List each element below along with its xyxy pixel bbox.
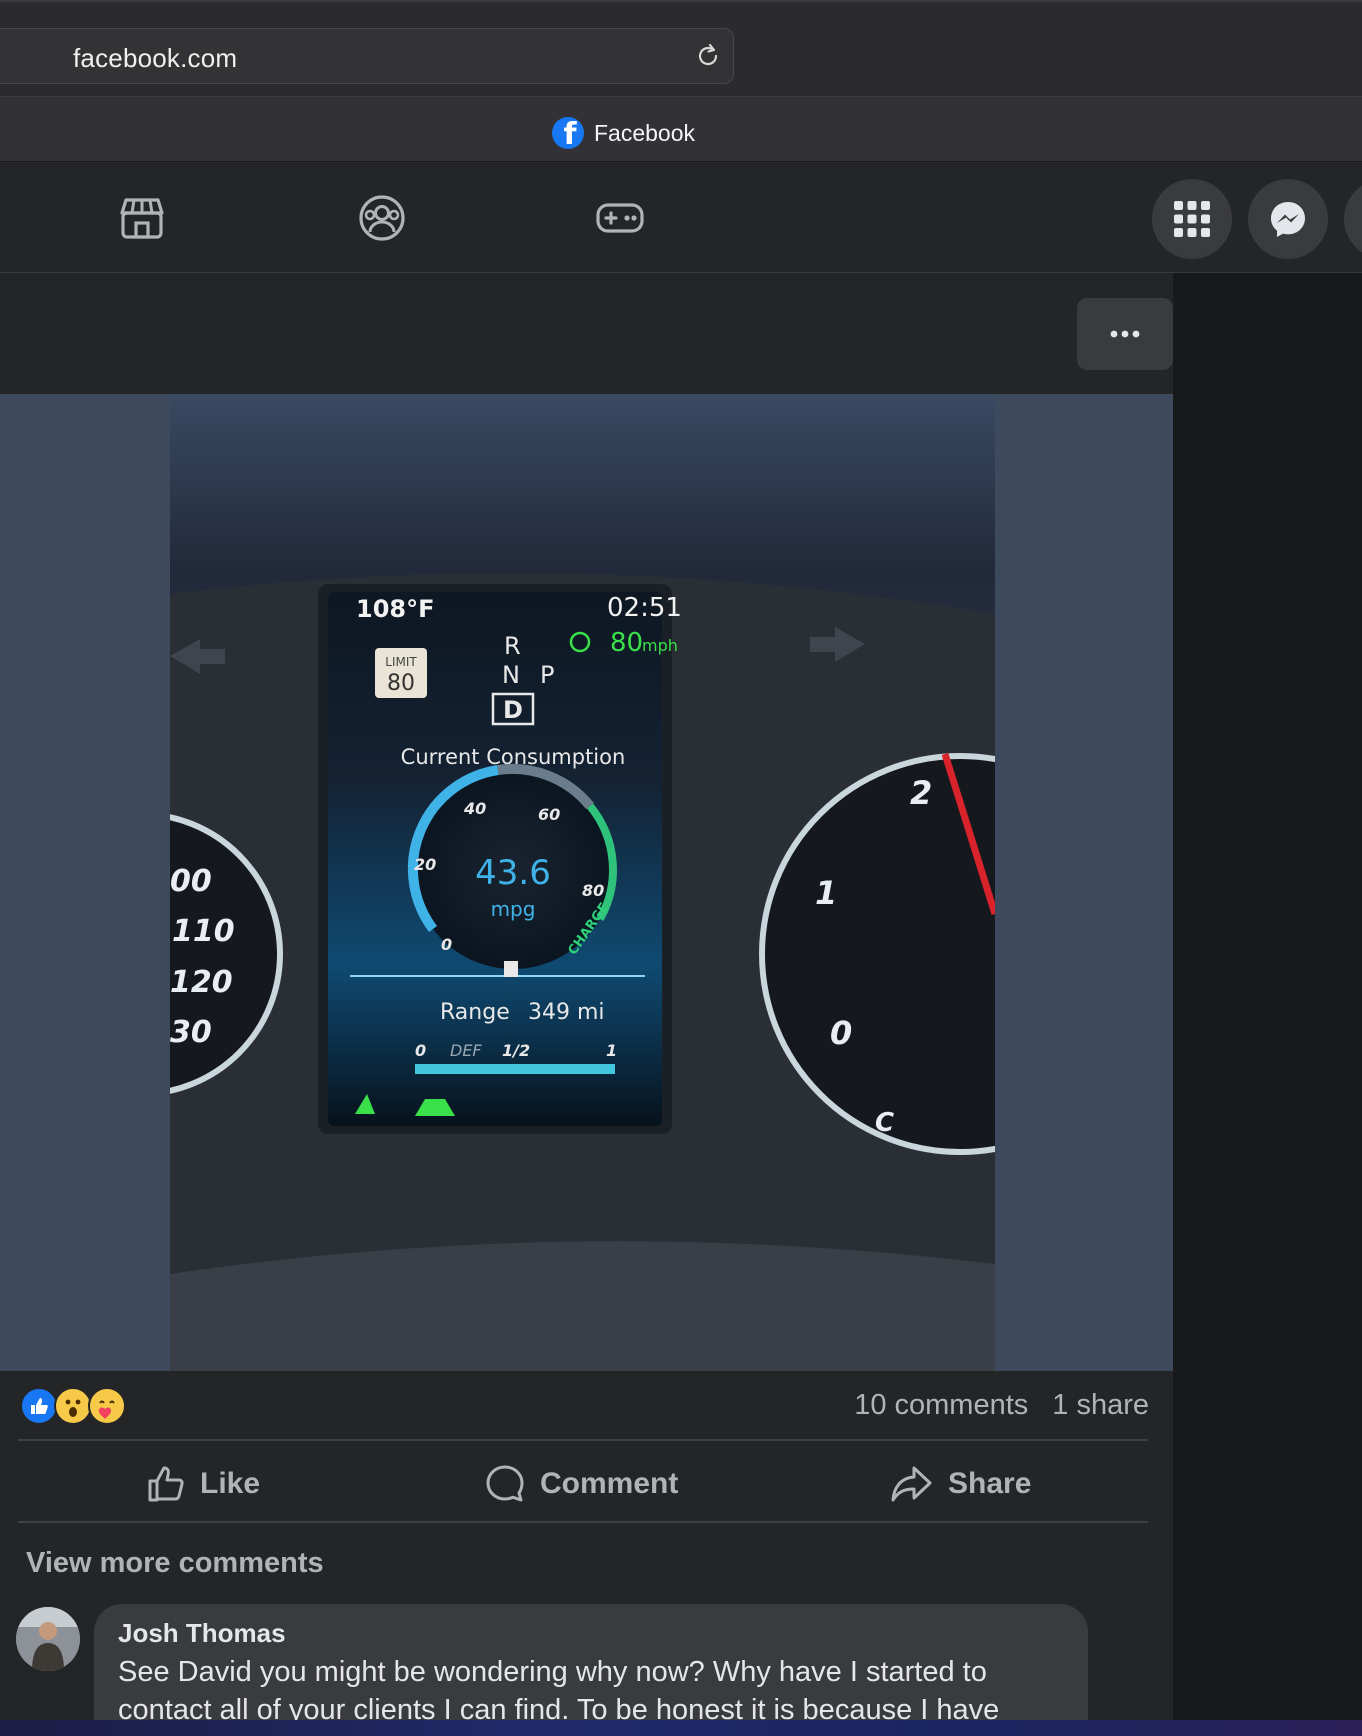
comment-bubble-icon <box>486 1465 524 1502</box>
fuel-pump-icon <box>504 961 518 977</box>
gear-r: R <box>504 632 521 660</box>
post-footer: 10 comments 1 share Like Comment Share V… <box>0 1371 1173 1736</box>
def-label: 1 <box>606 1041 617 1060</box>
share-label: Share <box>948 1467 1032 1500</box>
gear-n: N <box>502 661 520 689</box>
window-bottom-edge <box>0 1720 1362 1736</box>
def-label: 0 <box>415 1041 426 1060</box>
right-dial-number: C <box>875 1108 894 1138</box>
gaming-icon[interactable] <box>595 193 645 243</box>
screen-clock: 02:51 <box>607 593 682 623</box>
care-reaction-icon <box>88 1387 126 1425</box>
speed-limit-label: LIMIT <box>385 655 417 669</box>
messenger-button[interactable] <box>1248 179 1328 259</box>
facebook-top-nav <box>0 163 1362 273</box>
post-options-button[interactable] <box>1077 298 1173 370</box>
set-speed-unit: mph <box>642 636 678 655</box>
like-reaction-icon <box>20 1387 58 1425</box>
mpg-value: 43.6 <box>475 853 551 893</box>
divider <box>18 1521 1148 1523</box>
notifications-button[interactable] <box>1344 179 1362 259</box>
view-more-comments-link[interactable]: View more comments <box>26 1547 324 1580</box>
gauge-tick: 0 <box>441 935 452 954</box>
groups-icon[interactable] <box>357 193 407 243</box>
def-label: 1/2 <box>502 1041 530 1060</box>
post-header <box>0 273 1173 394</box>
comment-bubble: Josh Thomas See David you might be wonde… <box>94 1604 1088 1736</box>
facebook-logo-icon: f <box>552 117 584 149</box>
like-label: Like <box>200 1467 261 1500</box>
reaction-summary[interactable] <box>20 1387 126 1425</box>
wow-reaction-icon <box>54 1387 92 1425</box>
reload-icon[interactable] <box>693 41 723 71</box>
tab-bar: f Facebook <box>0 96 1362 162</box>
like-button[interactable]: Like <box>146 1459 260 1509</box>
right-gutter <box>1173 273 1362 1736</box>
tab-facebook[interactable]: f Facebook <box>552 117 695 149</box>
gauge-tick: 60 <box>538 805 560 824</box>
comment-author[interactable]: Josh Thomas <box>118 1618 1064 1649</box>
menu-grid-icon <box>1174 201 1210 237</box>
right-dial-number: 2 <box>910 774 932 812</box>
menu-button[interactable] <box>1152 179 1232 259</box>
gauge-tick: 20 <box>414 855 436 874</box>
def-label: DEF <box>450 1041 482 1060</box>
comment-text: See David you might be wondering why now… <box>118 1656 1000 1726</box>
set-speed-value: 80 <box>610 628 643 658</box>
left-dial-number: 30 <box>170 1015 212 1050</box>
divider <box>18 1439 1148 1441</box>
share-button[interactable]: Share <box>890 1459 1031 1509</box>
gear-d: D <box>503 696 523 724</box>
post-media[interactable]: 00 110 120 30 2 1 0 C 108°F 02:51 LIMIT … <box>0 394 1173 1371</box>
left-dial-number: 00 <box>170 864 212 899</box>
left-dial-number: 120 <box>170 965 233 1000</box>
mpg-unit: mpg <box>491 897 536 921</box>
gear-p: P <box>540 661 554 689</box>
comment-count[interactable]: 10 comments <box>854 1389 1028 1422</box>
more-dots-icon <box>1110 330 1140 338</box>
url-text: facebook.com <box>73 43 238 73</box>
like-thumb-icon <box>148 1466 184 1502</box>
messenger-icon <box>1271 202 1305 237</box>
gauge-tick: 80 <box>582 881 604 900</box>
left-dial-number: 110 <box>172 914 235 949</box>
marketplace-icon[interactable] <box>117 193 167 243</box>
range-value: 349 mi <box>528 1000 605 1025</box>
share-arrow-icon <box>891 1466 932 1502</box>
right-dial-number: 1 <box>815 874 837 912</box>
right-dial-number: 0 <box>830 1014 852 1052</box>
range-label: Range <box>440 1000 510 1025</box>
def-level-bar <box>415 1064 615 1074</box>
speed-limit-value: 80 <box>387 671 415 696</box>
avatar[interactable] <box>16 1607 80 1671</box>
address-bar[interactable]: facebook.com <box>0 28 734 84</box>
gauge-tick: 40 <box>463 799 486 818</box>
dashboard-photo[interactable]: 00 110 120 30 2 1 0 C 108°F 02:51 LIMIT … <box>170 394 995 1371</box>
comment-label: Comment <box>540 1467 679 1500</box>
comment-button[interactable]: Comment <box>484 1459 678 1509</box>
share-count[interactable]: 1 share <box>1052 1389 1149 1422</box>
screen-temperature: 108°F <box>356 595 435 623</box>
tab-title: Facebook <box>594 119 696 146</box>
